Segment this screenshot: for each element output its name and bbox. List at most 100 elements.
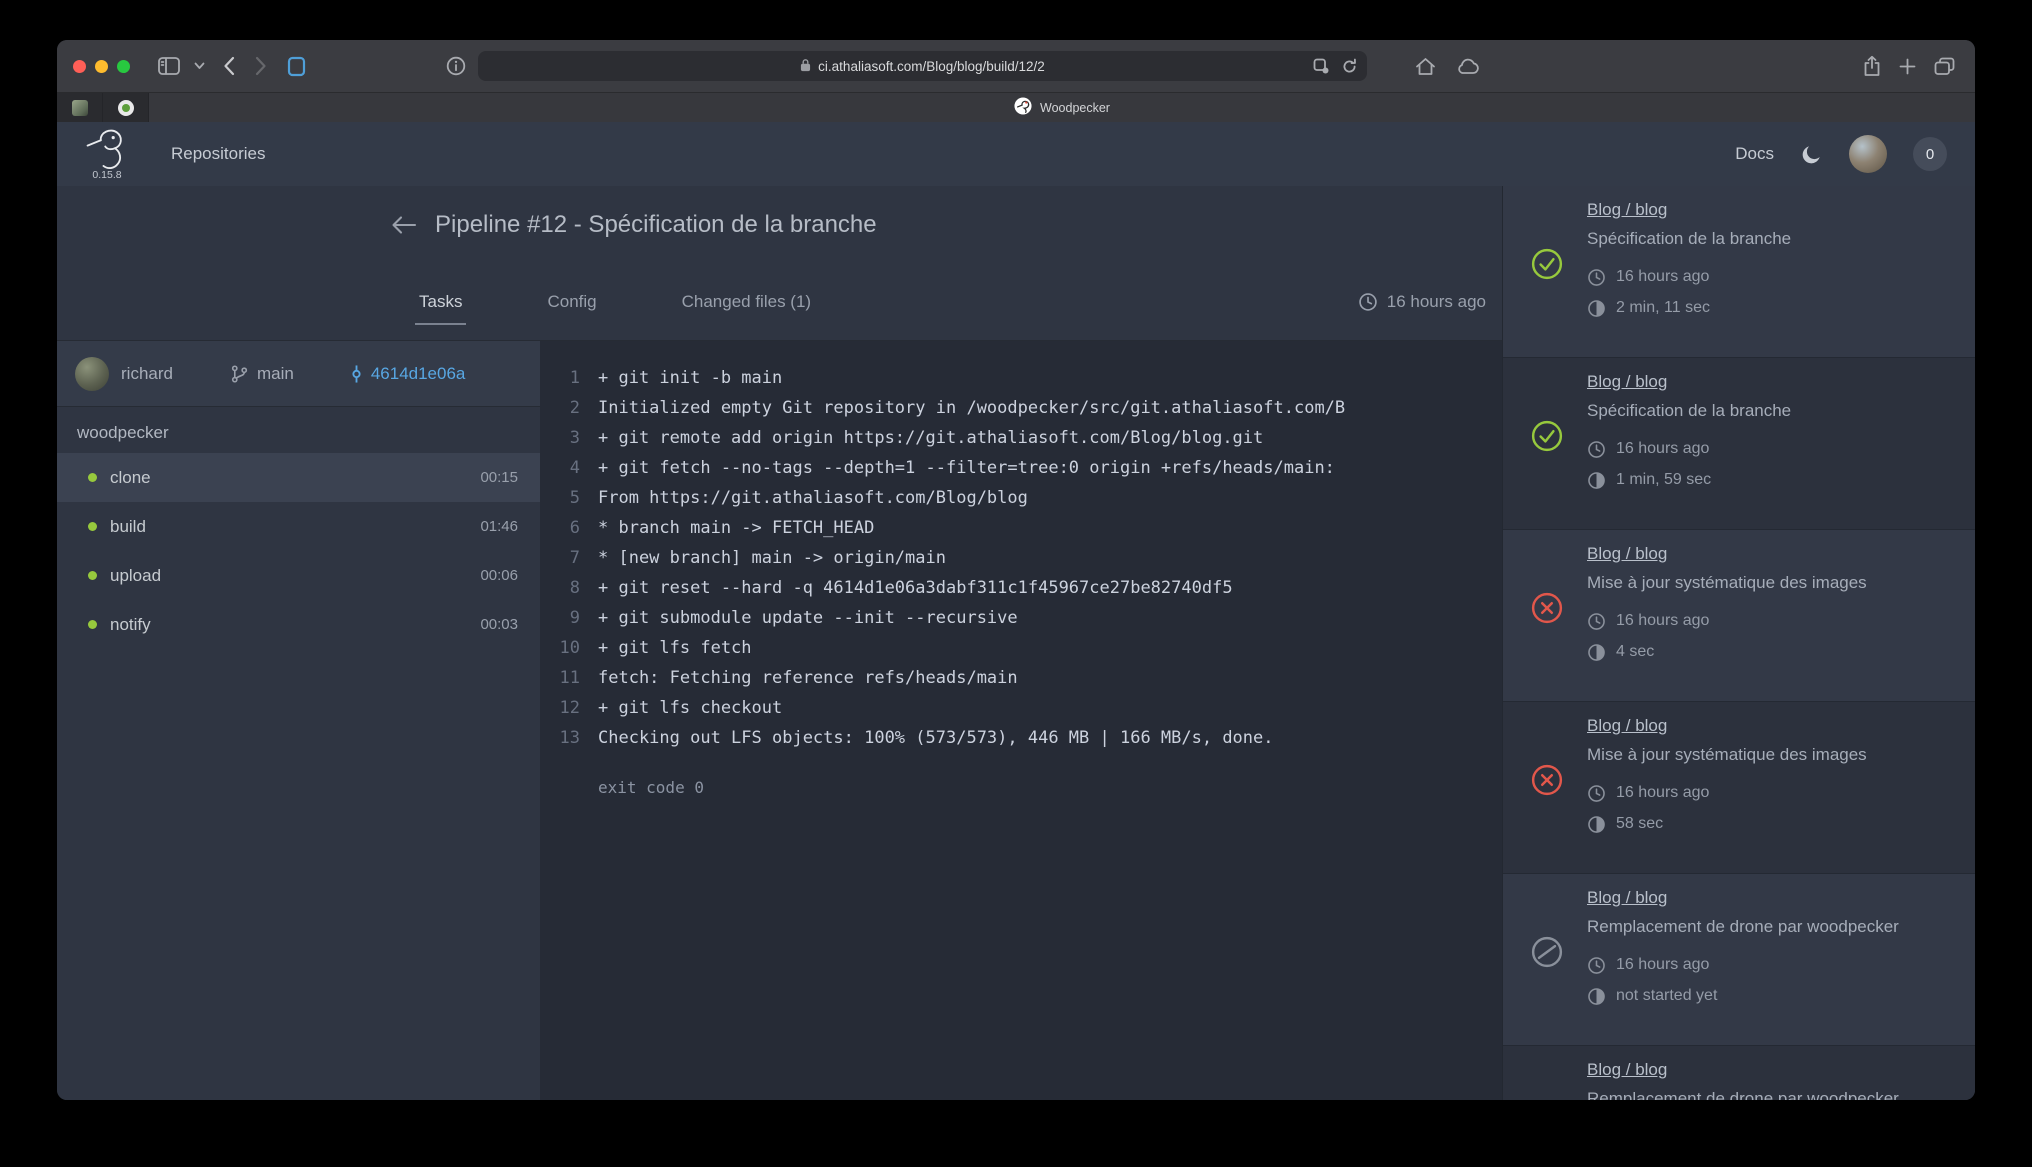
active-tab[interactable]: Woodpecker	[149, 93, 1975, 122]
forward-button[interactable]	[255, 56, 267, 76]
exit-code: exit code 0	[540, 773, 1502, 803]
duration-icon	[1587, 299, 1606, 318]
notification-count-badge[interactable]: 0	[1913, 137, 1947, 171]
log-line-number: 12	[540, 693, 580, 723]
log-line-number: 1	[540, 363, 580, 393]
step-build[interactable]: build 01:46	[57, 502, 540, 551]
step-success-dot	[88, 522, 97, 531]
log-line: 8+ git reset --hard -q 4614d1e06a3dabf31…	[540, 573, 1502, 603]
log-line-text: + git lfs fetch	[598, 633, 752, 663]
pipeline-entry[interactable]: Blog / blog Mise à jour systématique des…	[1503, 530, 1975, 702]
back-arrow-icon[interactable]	[390, 215, 417, 235]
tab-overview-icon[interactable]	[1934, 57, 1955, 76]
pipeline-message: Remplacement de drone par woodpecker	[1587, 1089, 1955, 1100]
pipeline-message: Remplacement de drone par woodpecker	[1587, 917, 1955, 937]
pipeline-repo-link[interactable]: Blog / blog	[1587, 544, 1667, 564]
pipeline-entry[interactable]: Blog / blog Remplacement de drone par wo…	[1503, 1046, 1975, 1100]
clock-icon	[1587, 268, 1606, 287]
log-line: 11fetch: Fetching reference refs/heads/m…	[540, 663, 1502, 693]
duration-icon	[1587, 987, 1606, 1006]
step-duration: 00:03	[480, 616, 518, 633]
app-navbar: 0.15.8 Repositories Docs 0	[57, 122, 1975, 186]
log-line-text: * [new branch] main -> origin/main	[598, 543, 946, 573]
nav-docs-link[interactable]: Docs	[1735, 144, 1774, 164]
log-output: 1+ git init -b main 2Initialized empty G…	[540, 341, 1502, 1100]
share-icon[interactable]	[1863, 55, 1881, 77]
clock-icon	[1587, 440, 1606, 459]
log-line-number: 5	[540, 483, 580, 513]
workflow-name: woodpecker	[77, 423, 540, 447]
log-line-number: 9	[540, 603, 580, 633]
pipeline-entry[interactable]: Blog / blog Mise à jour systématique des…	[1503, 702, 1975, 874]
log-line: 5From https://git.athaliasoft.com/Blog/b…	[540, 483, 1502, 513]
step-upload[interactable]: upload 00:06	[57, 551, 540, 600]
log-line-text: + git reset --hard -q 4614d1e06a3dabf311…	[598, 573, 1233, 603]
pipeline-duration: 2 min, 11 sec	[1616, 299, 1710, 317]
step-duration: 00:15	[480, 469, 518, 486]
desktop-background: ci.athaliasoft.com/Blog/blog/build/12/2	[0, 0, 2032, 1167]
chevron-down-icon[interactable]	[194, 62, 205, 70]
step-success-dot	[88, 620, 97, 629]
back-button[interactable]	[223, 56, 235, 76]
reload-icon[interactable]	[1341, 58, 1358, 75]
dark-mode-moon-icon[interactable]	[1800, 143, 1823, 166]
log-line: 6* branch main -> FETCH_HEAD	[540, 513, 1502, 543]
address-bar[interactable]: ci.athaliasoft.com/Blog/blog/build/12/2	[478, 51, 1367, 81]
pipeline-entry[interactable]: Blog / blog Spécification de la branche …	[1503, 358, 1975, 530]
step-notify[interactable]: notify 00:03	[57, 600, 540, 649]
tab-title: Woodpecker	[1040, 101, 1110, 115]
commit-icon	[350, 364, 363, 384]
commit-hash-link[interactable]: 4614d1e06a	[371, 364, 466, 384]
pipeline-message: Spécification de la branche	[1587, 229, 1955, 249]
log-line-text: + git init -b main	[598, 363, 782, 393]
step-success-dot	[88, 473, 97, 482]
url-text: ci.athaliasoft.com/Blog/blog/build/12/2	[818, 59, 1045, 74]
tab-tasks[interactable]: Tasks	[419, 292, 462, 312]
pinned-tab-1[interactable]	[57, 93, 103, 122]
clock-icon	[1587, 784, 1606, 803]
woodpecker-logo[interactable]: 0.15.8	[85, 127, 129, 181]
log-line: 12+ git lfs checkout	[540, 693, 1502, 723]
tab-changed-files[interactable]: Changed files (1)	[682, 292, 811, 312]
pipeline-entry[interactable]: Blog / blog Spécification de la branche …	[1503, 186, 1975, 358]
status-failure-icon	[1531, 592, 1563, 624]
zoom-window-button[interactable]	[117, 60, 130, 73]
privacy-info-icon[interactable]	[446, 56, 466, 76]
sidebar-toggle-icon[interactable]	[158, 57, 180, 75]
blue-page-icon[interactable]	[287, 56, 306, 77]
pipeline-tabs: Tasks Config Changed files (1) 16 hours …	[57, 264, 1502, 341]
tab-config[interactable]: Config	[547, 292, 596, 312]
log-line: 7* [new branch] main -> origin/main	[540, 543, 1502, 573]
cloud-icon[interactable]	[1456, 58, 1480, 75]
pipeline-repo-link[interactable]: Blog / blog	[1587, 888, 1667, 908]
user-avatar[interactable]	[1849, 135, 1887, 173]
pipeline-repo-link[interactable]: Blog / blog	[1587, 716, 1667, 736]
pipeline-repo-link[interactable]: Blog / blog	[1587, 372, 1667, 392]
pipeline-duration: 4 sec	[1616, 643, 1654, 661]
lock-icon	[800, 58, 811, 75]
nav-repositories-link[interactable]: Repositories	[171, 144, 266, 164]
author-name: richard	[121, 364, 173, 384]
pipeline-message: Mise à jour systématique des images	[1587, 573, 1955, 593]
app-version: 0.15.8	[92, 169, 121, 181]
pinned-tab-2[interactable]	[103, 93, 149, 122]
new-tab-icon[interactable]	[1899, 58, 1916, 75]
status-success-icon	[1531, 248, 1563, 280]
pipeline-entry[interactable]: Blog / blog Remplacement de drone par wo…	[1503, 874, 1975, 1046]
clock-icon	[1587, 612, 1606, 631]
log-line: 13Checking out LFS objects: 100% (573/57…	[540, 723, 1502, 753]
home-icon[interactable]	[1415, 57, 1436, 76]
branch-name: main	[257, 364, 294, 384]
log-line-text: Initialized empty Git repository in /woo…	[598, 393, 1345, 423]
content-blocker-icon[interactable]	[1313, 58, 1329, 74]
clock-icon	[1358, 292, 1378, 312]
minimize-window-button[interactable]	[95, 60, 108, 73]
pipeline-repo-link[interactable]: Blog / blog	[1587, 200, 1667, 220]
log-line-text: + git fetch --no-tags --depth=1 --filter…	[598, 453, 1335, 483]
step-clone[interactable]: clone 00:15	[57, 453, 540, 502]
log-line-text: Checking out LFS objects: 100% (573/573)…	[598, 723, 1274, 753]
log-line: 1 + git init -b main	[540, 363, 1502, 393]
close-window-button[interactable]	[73, 60, 86, 73]
pipeline-repo-link[interactable]: Blog / blog	[1587, 1060, 1667, 1080]
log-line-text: + git remote add origin https://git.atha…	[598, 423, 1263, 453]
